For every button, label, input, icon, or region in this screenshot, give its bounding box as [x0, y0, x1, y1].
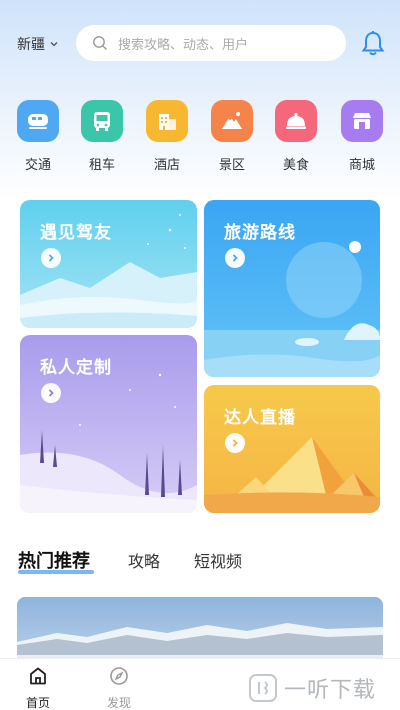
- ear-logo-icon: [249, 674, 277, 702]
- category-label: 租车: [88, 158, 115, 173]
- header: 新疆 搜索攻略、动态、用户: [0, 22, 400, 66]
- mountain-icon: [211, 100, 253, 142]
- tab-hot-recommend[interactable]: 热门推荐: [18, 547, 90, 573]
- bell-icon[interactable]: [360, 30, 386, 58]
- search-input[interactable]: 搜索攻略、动态、用户: [76, 25, 346, 61]
- category-traffic[interactable]: 交通: [8, 100, 68, 173]
- card-expert-live[interactable]: 达人直播: [204, 385, 380, 513]
- card-title: 遇见驾友: [40, 223, 112, 243]
- nav-home[interactable]: 首页: [8, 665, 68, 710]
- city-selector[interactable]: 新疆: [17, 34, 59, 54]
- category-shop[interactable]: 商城: [332, 100, 392, 173]
- category-car-rental[interactable]: 租车: [72, 100, 132, 173]
- tab-guides[interactable]: 攻略: [128, 548, 160, 572]
- category-grid: 交通 租车 酒店 景区 美食 商城: [0, 100, 400, 175]
- chevron-down-icon: [50, 42, 58, 47]
- card-title: 旅游路线: [224, 223, 296, 243]
- shop-icon: [341, 100, 383, 142]
- category-scenic[interactable]: 景区: [202, 100, 262, 173]
- card-title: 私人定制: [40, 358, 112, 378]
- nav-discover[interactable]: 发现: [89, 665, 149, 710]
- bus-icon: [81, 100, 123, 142]
- card-travel-routes[interactable]: 旅游路线: [204, 200, 380, 377]
- category-label: 景区: [218, 158, 245, 173]
- content-tabs: 热门推荐 攻略 短视频: [18, 548, 382, 578]
- category-label: 酒店: [153, 158, 180, 173]
- search-placeholder: 搜索攻略、动态、用户: [118, 37, 249, 53]
- search-icon: [93, 36, 107, 50]
- nav-label: 发现: [106, 696, 131, 710]
- food-cloche-icon: [275, 100, 317, 142]
- category-label: 商城: [348, 158, 375, 173]
- tab-short-videos[interactable]: 短视频: [194, 548, 242, 572]
- nav-label: 首页: [25, 696, 50, 710]
- card-meet-drivers[interactable]: 遇见驾友: [20, 200, 197, 328]
- hotel-icon: [146, 100, 188, 142]
- watermark-text: 一听下载: [284, 678, 377, 703]
- card-private-custom[interactable]: 私人定制: [20, 335, 197, 513]
- arrow-right-icon[interactable]: [225, 433, 245, 453]
- category-label: 美食: [282, 158, 309, 173]
- category-label: 交通: [24, 158, 51, 173]
- watermark: 一听下载: [248, 668, 400, 708]
- train-icon: [17, 100, 59, 142]
- category-hotel[interactable]: 酒店: [137, 100, 197, 173]
- arrow-right-icon[interactable]: [41, 383, 61, 403]
- home-icon: [30, 667, 46, 685]
- category-food[interactable]: 美食: [266, 100, 326, 173]
- compass-icon: [110, 667, 128, 685]
- arrow-right-icon[interactable]: [225, 248, 245, 268]
- arrow-right-icon[interactable]: [41, 248, 61, 268]
- city-label: 新疆: [17, 37, 45, 53]
- card-title: 达人直播: [224, 408, 296, 428]
